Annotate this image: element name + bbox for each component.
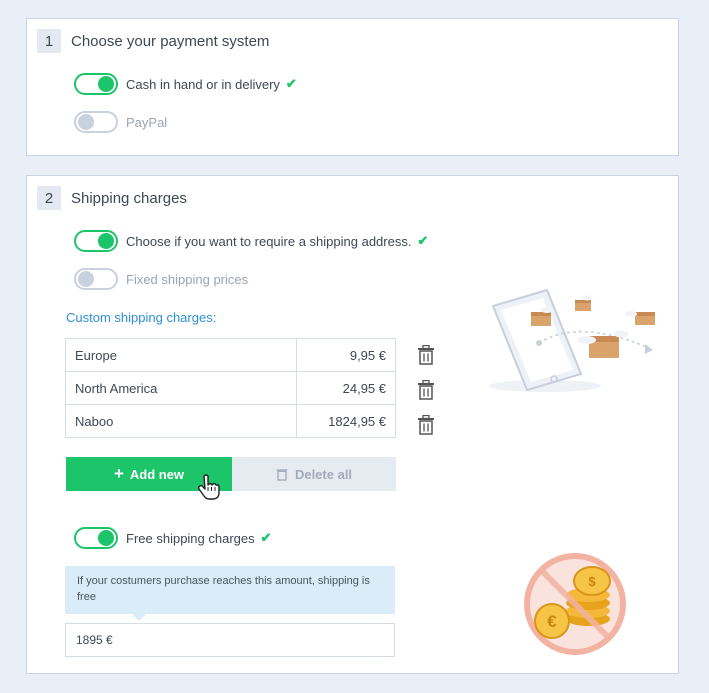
- shipping-option-fixed: Fixed shipping prices: [74, 268, 248, 290]
- free-shipping-info: If your costumers purchase reaches this …: [65, 566, 395, 614]
- section-number: 2: [37, 186, 61, 210]
- amount-cell[interactable]: 24,95 €: [296, 371, 396, 405]
- payment-option-paypal: PayPal: [74, 111, 167, 133]
- paypal-label: PayPal: [126, 114, 168, 130]
- check-icon: ✔: [417, 233, 429, 248]
- charges-table: Europe 9,95 € North America 24,95 € Nabo…: [65, 338, 396, 438]
- paypal-toggle[interactable]: [74, 111, 118, 133]
- hand-cursor-icon: [198, 474, 220, 500]
- free-shipping-toggle[interactable]: [74, 527, 118, 549]
- trash-icon[interactable]: [417, 415, 435, 435]
- info-tail: [132, 614, 146, 621]
- free-shipping-row: Free shipping charges ✔: [74, 527, 272, 549]
- threshold-input[interactable]: 1895 €: [65, 623, 395, 657]
- custom-charges-label: Custom shipping charges:: [66, 310, 217, 325]
- address-toggle[interactable]: [74, 230, 118, 252]
- fixed-prices-toggle[interactable]: [74, 268, 118, 290]
- row-delete-column: [417, 345, 435, 450]
- amount-cell[interactable]: 9,95 €: [296, 338, 396, 372]
- delete-all-button[interactable]: Delete all: [232, 457, 396, 491]
- section-title: Shipping charges: [71, 189, 187, 207]
- svg-text:€: €: [547, 612, 557, 631]
- section-title: Choose your payment system: [71, 32, 270, 50]
- table-row: North America 24,95 €: [65, 371, 396, 405]
- region-cell[interactable]: North America: [65, 371, 297, 405]
- table-row: Europe 9,95 €: [65, 338, 396, 372]
- cash-label: Cash in hand or in delivery: [126, 76, 280, 92]
- delete-all-label: Delete all: [294, 466, 353, 482]
- shipping-panel: 2 Shipping charges Choose if you want to…: [26, 175, 679, 674]
- delivery-illustration: [489, 288, 655, 392]
- add-new-label: Add new: [129, 466, 185, 482]
- address-label: Choose if you want to require a shipping…: [126, 233, 412, 249]
- svg-text:$: $: [588, 574, 596, 589]
- trash-icon[interactable]: [417, 380, 435, 400]
- payment-section-header: 1 Choose your payment system: [37, 29, 269, 53]
- payment-option-cash: Cash in hand or in delivery ✔: [74, 73, 297, 95]
- region-cell[interactable]: Europe: [65, 338, 297, 372]
- trash-icon[interactable]: [417, 345, 435, 365]
- fixed-prices-label: Fixed shipping prices: [126, 271, 249, 287]
- shipping-option-address: Choose if you want to require a shipping…: [74, 230, 428, 252]
- no-coins-illustration: $ €: [524, 553, 626, 655]
- trash-icon: [276, 469, 288, 481]
- cash-toggle[interactable]: [74, 73, 118, 95]
- table-row: Naboo 1824,95 €: [65, 404, 396, 438]
- check-icon: ✔: [260, 530, 272, 545]
- region-cell[interactable]: Naboo: [65, 404, 297, 438]
- payment-panel: 1 Choose your payment system Cash in han…: [26, 18, 679, 156]
- amount-cell[interactable]: 1824,95 €: [296, 404, 396, 438]
- plus-icon: +: [113, 464, 124, 483]
- free-shipping-label: Free shipping charges: [126, 530, 255, 546]
- check-icon: ✔: [285, 76, 297, 91]
- shipping-section-header: 2 Shipping charges: [37, 186, 187, 210]
- section-number: 1: [37, 29, 61, 53]
